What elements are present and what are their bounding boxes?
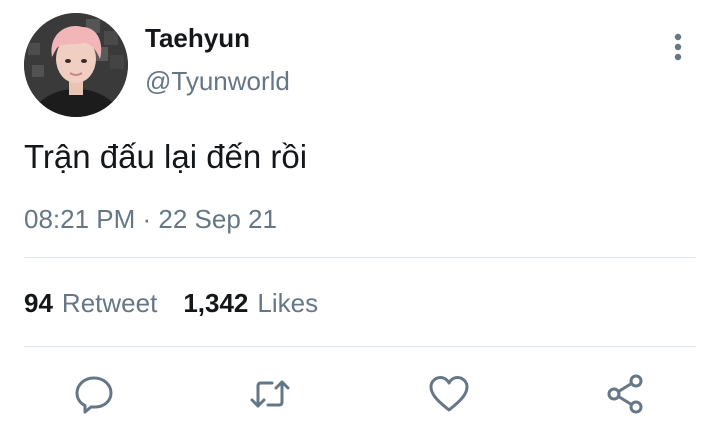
retweet-count: 94 — [24, 288, 53, 318]
retweet-icon — [250, 380, 290, 408]
likes-stat[interactable]: 1,342 Likes — [183, 288, 318, 318]
display-name[interactable]: Taehyun — [145, 22, 250, 54]
retweet-button[interactable] — [248, 372, 292, 416]
like-button[interactable] — [427, 372, 471, 416]
share-icon — [607, 374, 643, 414]
tweet-card: Taehyun @Tyunworld Trận đấu lại đến rồi … — [0, 0, 720, 439]
like-icon — [429, 376, 469, 412]
more-options-button[interactable] — [664, 30, 692, 64]
retweet-label: Retweet — [61, 288, 158, 318]
divider — [24, 346, 696, 347]
reply-button[interactable] — [72, 372, 116, 416]
likes-label: Likes — [257, 288, 319, 318]
retweet-stat[interactable]: 94 Retweet — [24, 288, 157, 318]
share-button[interactable] — [604, 372, 648, 416]
avatar[interactable] — [24, 13, 128, 117]
profile-photo-icon — [24, 13, 128, 117]
divider — [24, 257, 696, 258]
reply-icon — [75, 376, 113, 414]
tweet-stats: 94 Retweet 1,342 Likes — [24, 286, 318, 320]
user-handle[interactable]: @Tyunworld — [145, 65, 290, 97]
likes-count: 1,342 — [183, 288, 249, 318]
tweet-timestamp[interactable]: 08:21 PM · 22 Sep 21 — [24, 202, 277, 236]
tweet-text: Trận đấu lại đến rồi — [24, 138, 308, 175]
more-vertical-icon — [674, 33, 682, 61]
